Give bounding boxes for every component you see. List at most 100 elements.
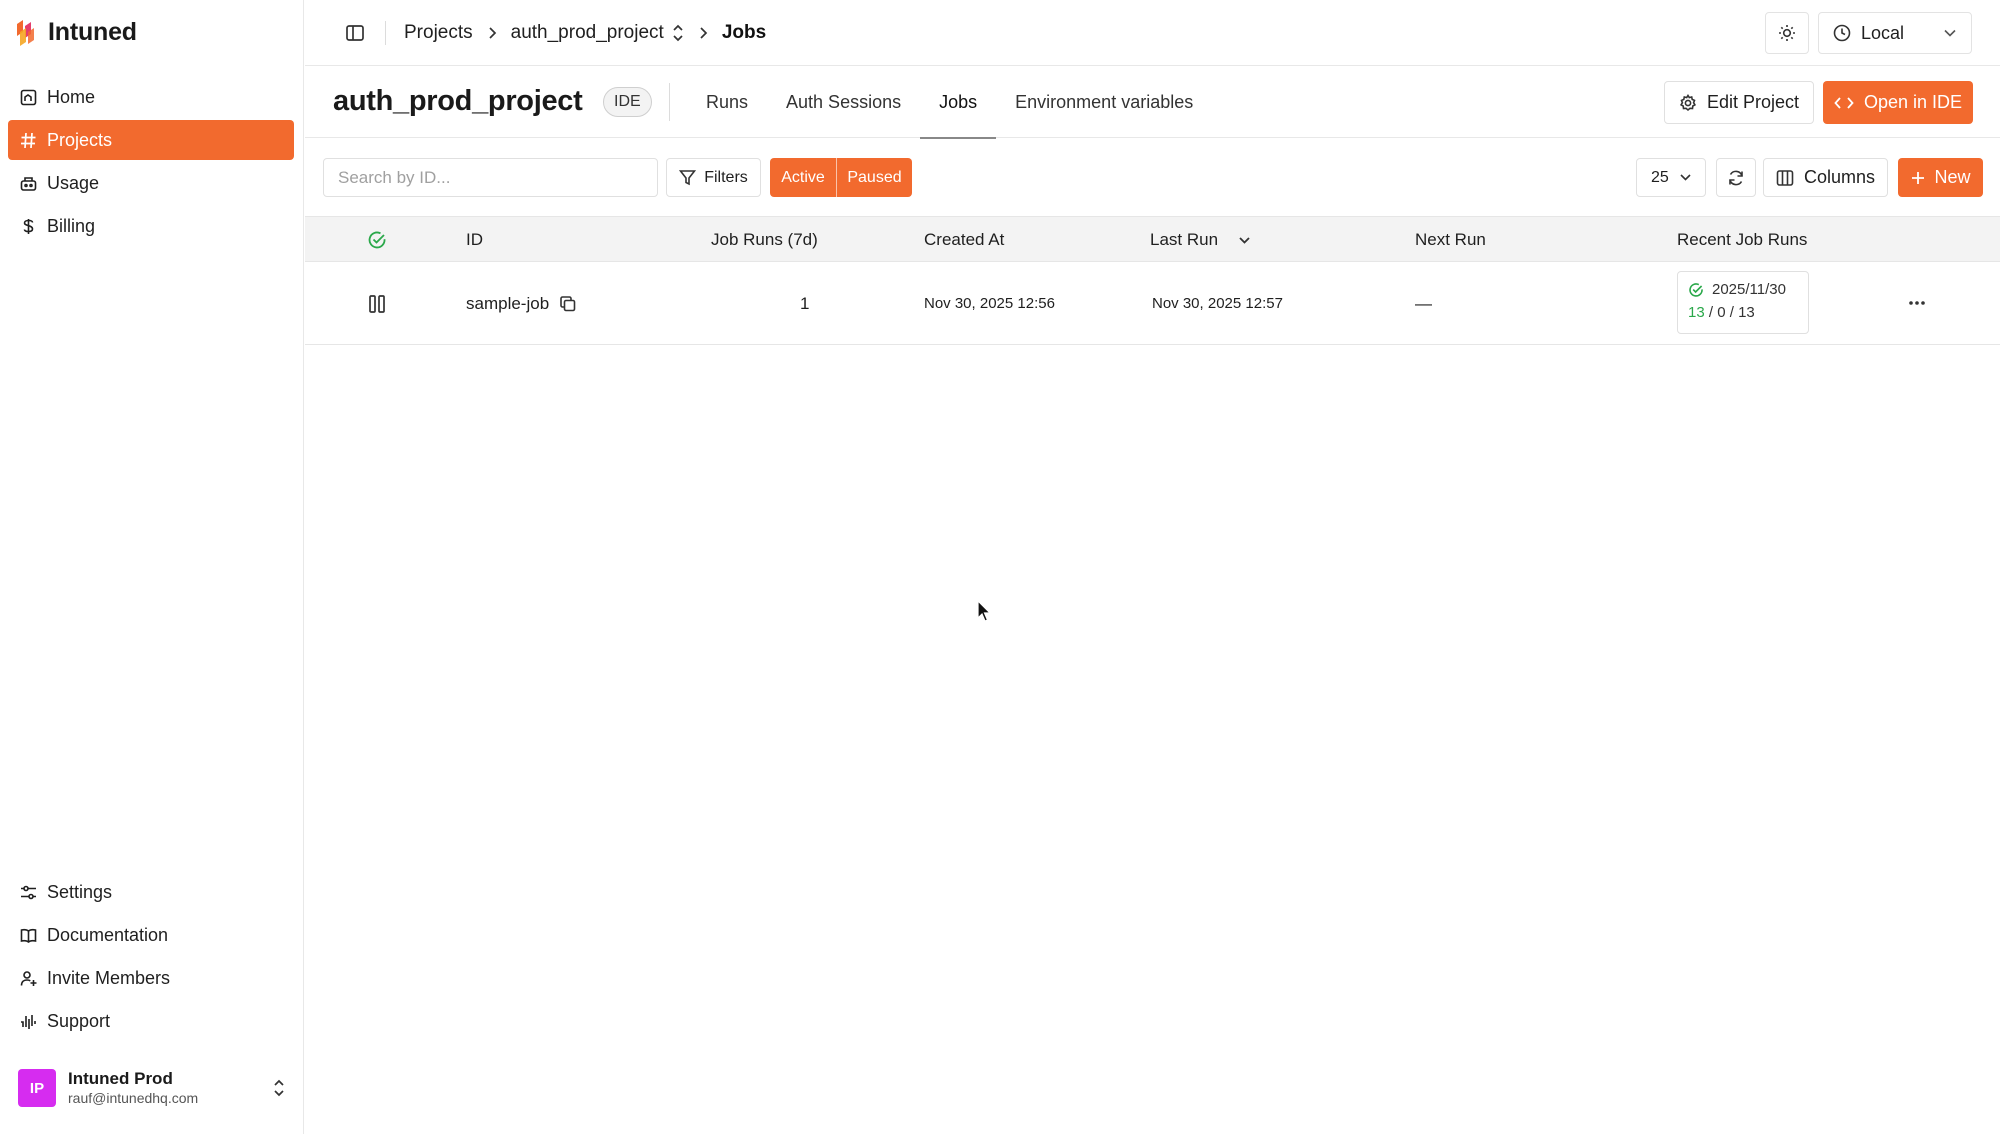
- dollar-icon: [19, 217, 37, 235]
- column-header-last-run[interactable]: Last Run: [1150, 217, 1251, 263]
- intuned-logo-icon: [14, 19, 36, 46]
- sliders-icon: [19, 883, 37, 901]
- sidebar-item-label: Billing: [47, 215, 96, 236]
- account-email: rauf@intunedhq.com: [68, 1090, 199, 1106]
- account-name: Intuned Prod: [68, 1069, 173, 1088]
- project-header: auth_prod_project IDE Runs Auth Sessions…: [305, 67, 2000, 139]
- project-tabs: Runs Auth Sessions Jobs Environment vari…: [687, 67, 1212, 139]
- page-title: auth_prod_project: [333, 85, 583, 117]
- check-circle-icon: [1688, 282, 1704, 298]
- columns-button[interactable]: Columns: [1763, 158, 1888, 197]
- check-circle-icon: [367, 230, 387, 250]
- usage-icon: [19, 174, 37, 192]
- recent-job-run-card[interactable]: 2025/11/30 13 / 0 / 13: [1677, 271, 1809, 334]
- recent-run-counts: 13 / 0 / 13: [1688, 304, 1808, 321]
- filters-button[interactable]: Filters: [666, 158, 761, 197]
- home-icon: [19, 88, 37, 106]
- row-actions-button[interactable]: [1906, 292, 1928, 314]
- mouse-cursor-icon: [977, 600, 993, 624]
- filters-label: Filters: [704, 168, 748, 186]
- separator: /: [1729, 304, 1734, 321]
- last-run-value: Nov 30, 2025 12:57: [1152, 295, 1283, 312]
- sidebar: Intuned Home Projects Usage Billing Sett…: [0, 0, 304, 1134]
- sidebar-item-label: Settings: [47, 881, 113, 902]
- account-switcher[interactable]: IP Intuned Prod rauf@intunedhq.com: [18, 1068, 286, 1108]
- chevron-right-icon: [487, 26, 497, 40]
- pause-icon: [368, 294, 386, 314]
- sidebar-item-support[interactable]: Support: [8, 1001, 294, 1041]
- book-icon: [19, 926, 37, 944]
- breadcrumb-project[interactable]: auth_prod_project: [511, 22, 664, 44]
- success-count: 13: [1688, 304, 1705, 321]
- chevrons-up-down-icon[interactable]: [672, 24, 684, 42]
- divider: [669, 83, 670, 121]
- sidebar-item-label: Invite Members: [47, 967, 171, 988]
- sidebar-item-label: Documentation: [47, 924, 169, 945]
- sidebar-item-label: Usage: [47, 172, 100, 193]
- page-size-value: 25: [1651, 168, 1669, 186]
- copy-icon[interactable]: [559, 295, 577, 313]
- total-count: 13: [1738, 304, 1755, 321]
- breadcrumb-current: Jobs: [721, 21, 767, 43]
- tab-environment-variables[interactable]: Environment variables: [996, 67, 1212, 138]
- recent-run-date: 2025/11/30: [1712, 281, 1786, 298]
- theme-toggle-button[interactable]: [1765, 12, 1809, 54]
- panel-left-icon: [345, 23, 365, 43]
- tab-runs[interactable]: Runs: [687, 67, 767, 138]
- avatar: IP: [18, 1069, 56, 1107]
- column-header-next-run[interactable]: Next Run: [1415, 217, 1486, 263]
- tab-auth-sessions[interactable]: Auth Sessions: [767, 67, 920, 138]
- sidebar-item-projects[interactable]: Projects: [8, 120, 294, 160]
- account-info: Intuned Prod rauf@intunedhq.com: [68, 1069, 198, 1107]
- divider: [385, 20, 386, 45]
- next-run-value: —: [1415, 293, 1432, 313]
- column-header-recent-job-runs[interactable]: Recent Job Runs: [1677, 217, 1807, 263]
- open-in-ide-label: Open in IDE: [1863, 92, 1963, 112]
- sidebar-item-label: Home: [47, 86, 96, 107]
- new-job-button[interactable]: New: [1898, 158, 1983, 197]
- status-toggle: Active Paused: [770, 158, 912, 197]
- job-id-cell: sample-job: [466, 262, 577, 345]
- gear-icon: [1679, 93, 1697, 112]
- edit-project-button[interactable]: Edit Project: [1664, 81, 1814, 124]
- sidebar-nav-bottom: Settings Documentation Invite Members Su…: [8, 872, 294, 1044]
- recent-run-date-line: 2025/11/30: [1688, 281, 1808, 298]
- status-paused-button[interactable]: Paused: [837, 158, 912, 197]
- chevron-down-icon: [1943, 27, 1957, 39]
- sidebar-item-label: Projects: [47, 129, 113, 150]
- page-size-select[interactable]: 25: [1636, 158, 1706, 197]
- search-input[interactable]: [323, 158, 658, 197]
- column-header-label: Last Run: [1150, 230, 1219, 249]
- column-header-job-runs[interactable]: Job Runs (7d): [711, 217, 818, 263]
- environment-select[interactable]: Local: [1818, 12, 1972, 54]
- separator: /: [1708, 304, 1714, 321]
- sidebar-item-documentation[interactable]: Documentation: [8, 915, 294, 955]
- pause-job-button[interactable]: [368, 262, 386, 345]
- jobs-table: ID Job Runs (7d) Created At Last Run Nex…: [305, 216, 2000, 345]
- sidebar-item-invite-members[interactable]: Invite Members: [8, 958, 294, 998]
- sidebar-item-usage[interactable]: Usage: [8, 163, 294, 203]
- status-active-button[interactable]: Active: [770, 158, 837, 197]
- breadcrumb-projects[interactable]: Projects: [404, 22, 473, 44]
- sidebar-item-home[interactable]: Home: [8, 77, 294, 117]
- sidebar-item-settings[interactable]: Settings: [8, 872, 294, 912]
- clock-icon: [1833, 24, 1851, 42]
- columns-icon: [1776, 169, 1794, 187]
- sort-desc-icon: [1238, 235, 1251, 246]
- brand[interactable]: Intuned: [14, 18, 137, 47]
- column-header-created-at[interactable]: Created At: [924, 217, 1004, 263]
- sidebar-toggle-button[interactable]: [343, 21, 367, 45]
- refresh-button[interactable]: [1716, 158, 1756, 197]
- ide-badge: IDE: [603, 87, 652, 117]
- code-icon: [1834, 95, 1854, 111]
- created-at-value: Nov 30, 2025 12:56: [924, 295, 1055, 312]
- tab-jobs[interactable]: Jobs: [920, 67, 997, 139]
- table-row[interactable]: sample-job 1 Nov 30, 2025 12:56 Nov 30, …: [305, 262, 2000, 345]
- job-runs-count: 1: [800, 293, 810, 313]
- sidebar-item-billing[interactable]: Billing: [8, 206, 294, 246]
- status-column-header[interactable]: [367, 217, 387, 263]
- column-header-id[interactable]: ID: [466, 217, 483, 263]
- open-in-ide-button[interactable]: Open in IDE: [1823, 81, 1973, 124]
- job-id[interactable]: sample-job: [466, 294, 549, 314]
- filter-icon: [679, 169, 697, 186]
